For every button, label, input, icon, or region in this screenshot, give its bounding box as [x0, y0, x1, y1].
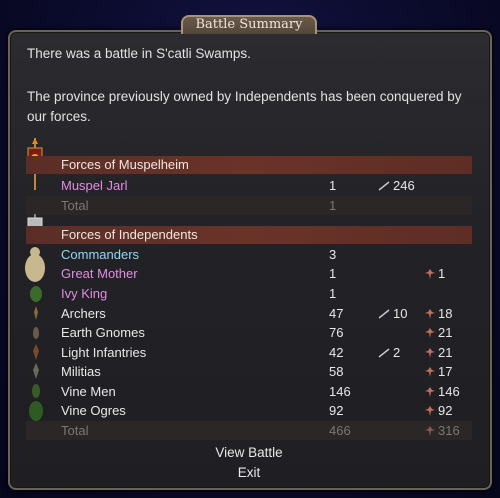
sword-icon: [378, 309, 390, 319]
exit-button[interactable]: Exit: [199, 465, 299, 480]
unit-losses: 18: [424, 304, 452, 323]
unit-row-earth-gnomes[interactable]: Earth Gnomes 76 21: [26, 323, 472, 342]
unit-losses: 92: [424, 401, 452, 420]
unit-name: Light Infantries: [61, 345, 147, 360]
death-icon: [425, 328, 435, 338]
unit-name: Muspel Jarl: [61, 178, 128, 193]
section-header-independents: Forces of Independents: [26, 226, 472, 244]
unit-name: Vine Ogres: [61, 403, 126, 418]
death-icon: [425, 269, 435, 279]
unit-kills: 2: [378, 343, 400, 362]
unit-row-vine-men[interactable]: Vine Men 146 146: [26, 382, 472, 401]
unit-losses: 17: [424, 362, 452, 381]
unit-count: 42: [329, 345, 344, 360]
unit-count: 3: [329, 247, 337, 262]
unit-row-ivy-king[interactable]: Ivy King 1: [26, 284, 472, 303]
unit-name: Militias: [61, 364, 101, 379]
unit-name: Great Mother: [61, 266, 138, 281]
unit-count: 146: [329, 384, 351, 399]
view-battle-button[interactable]: View Battle: [199, 445, 299, 460]
total-count: 466: [329, 423, 351, 438]
unit-row-commanders[interactable]: Commanders 3: [26, 245, 472, 264]
unit-row-light-infantries[interactable]: Light Infantries 42 2 21: [26, 343, 472, 362]
intro-battle-location: There was a battle in S'catli Swamps.: [27, 46, 251, 61]
losses-value: 316: [438, 423, 460, 438]
total-row-independents: Total 466 316: [26, 421, 472, 440]
kills-value: 246: [393, 178, 415, 193]
unit-count: 1: [329, 266, 337, 281]
section-header-muspelheim: Forces of Muspelheim: [26, 156, 472, 174]
kills-value: 2: [393, 345, 401, 360]
unit-count: 76: [329, 325, 344, 340]
death-icon: [425, 426, 435, 436]
death-icon: [425, 367, 435, 377]
sword-icon: [378, 181, 390, 191]
unit-kills: 246: [378, 176, 415, 195]
unit-row-vine-ogres[interactable]: Vine Ogres 92 92: [26, 401, 472, 420]
losses-value: 92: [438, 403, 453, 418]
unit-losses: 21: [424, 343, 452, 362]
death-icon: [425, 348, 435, 358]
unit-count: 58: [329, 364, 344, 379]
total-losses: 316: [424, 421, 460, 440]
death-icon: [425, 387, 435, 397]
total-row-muspelheim: Total 1: [26, 196, 472, 215]
losses-value: 21: [438, 325, 453, 340]
unit-name: Earth Gnomes: [61, 325, 145, 340]
total-label: Total: [61, 423, 89, 438]
unit-kills: 10: [378, 304, 407, 323]
total-label: Total: [61, 198, 89, 213]
losses-value: 17: [438, 364, 453, 379]
unit-count: 47: [329, 306, 344, 321]
unit-losses: 21: [424, 323, 452, 342]
losses-value: 146: [438, 384, 460, 399]
unit-name: Commanders: [61, 247, 140, 262]
unit-name: Archers: [61, 306, 106, 321]
total-count: 1: [329, 198, 337, 213]
death-icon: [425, 309, 435, 319]
unit-count: 1: [329, 178, 337, 193]
unit-count: 1: [329, 286, 337, 301]
kills-value: 10: [393, 306, 408, 321]
intro-conquest: The province previously owned by Indepen…: [27, 89, 462, 124]
unit-row-archers[interactable]: Archers 47 10 18: [26, 304, 472, 323]
losses-value: 21: [438, 345, 453, 360]
sword-icon: [378, 348, 390, 358]
unit-name: Vine Men: [61, 384, 116, 399]
unit-count: 92: [329, 403, 344, 418]
unit-row-great-mother[interactable]: Great Mother 1 1: [26, 264, 472, 283]
death-icon: [425, 406, 435, 416]
window-title: Battle Summary: [181, 15, 317, 34]
losses-value: 18: [438, 306, 453, 321]
unit-losses: 1: [424, 264, 445, 283]
unit-row-militias[interactable]: Militias 58 17: [26, 362, 472, 381]
unit-row-muspel-jarl[interactable]: Muspel Jarl 1 246: [26, 176, 472, 195]
unit-name: Ivy King: [61, 286, 108, 301]
unit-losses: 146: [424, 382, 460, 401]
losses-value: 1: [438, 266, 446, 281]
